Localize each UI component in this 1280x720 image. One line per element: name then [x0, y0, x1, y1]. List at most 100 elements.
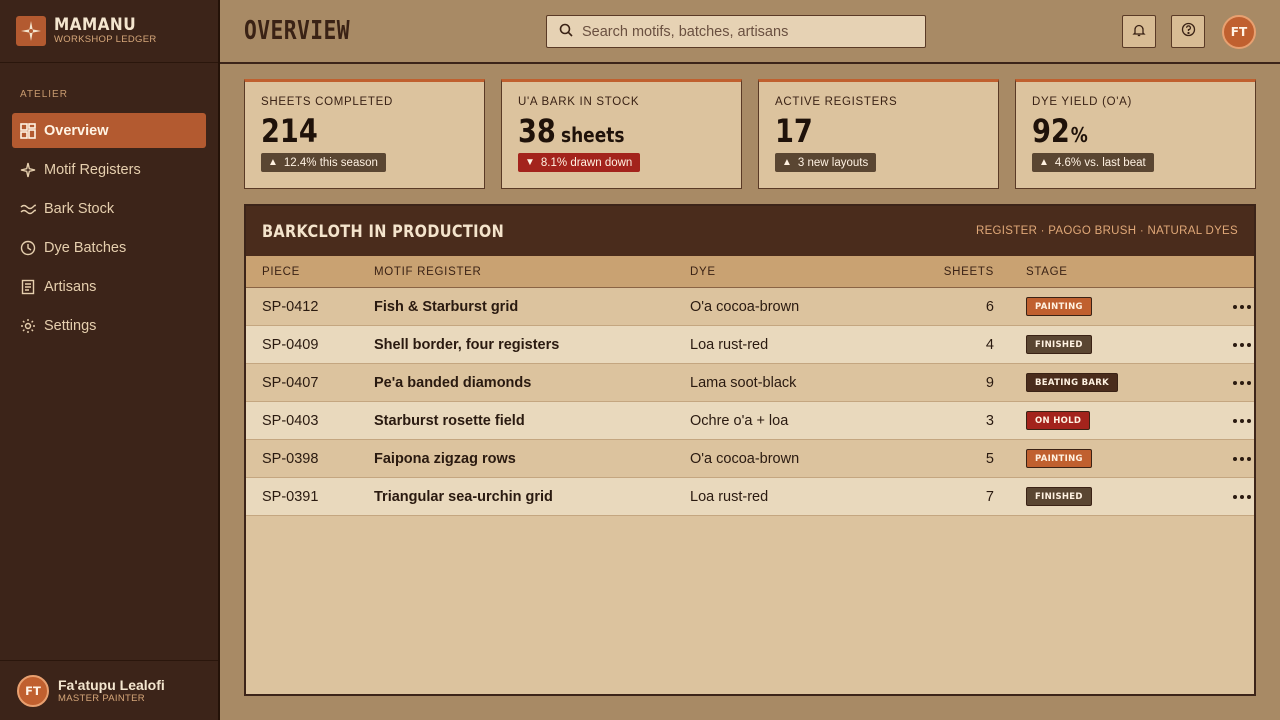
gear-icon	[20, 318, 36, 334]
more-options-button[interactable]	[1230, 487, 1254, 507]
status-badge: ON HOLD	[1026, 411, 1091, 431]
brand[interactable]: MAMANU WORKSHOP LEDGER	[0, 0, 218, 63]
sidebar-item-dye-batches[interactable]: Dye Batches	[12, 230, 206, 265]
search-icon	[559, 22, 573, 41]
trend-text: 3 new layouts	[797, 156, 869, 169]
sidebar-item-label: Settings	[44, 317, 97, 334]
stat-label: ACTIVE REGISTERS	[775, 96, 898, 108]
sidebar-item-overview[interactable]: Overview	[12, 113, 206, 148]
sheets-count: 7	[985, 488, 994, 505]
more-options-button[interactable]	[1230, 297, 1254, 317]
notifications-button[interactable]	[1122, 15, 1156, 48]
user-profile[interactable]: FT Fa'atupu Lealofi MASTER PAINTER	[0, 660, 218, 720]
motif-register: Pe'a banded diamonds	[374, 374, 532, 391]
column-header-sheets[interactable]: SHEETS	[890, 266, 994, 278]
more-options-button[interactable]	[1230, 411, 1254, 431]
sidebar-item-motif-registers[interactable]: Motif Registers	[12, 152, 206, 187]
brand-subtitle: WORKSHOP LEDGER	[54, 34, 157, 45]
dot	[1233, 380, 1237, 385]
trend-text: 8.1% drawn down	[540, 156, 633, 169]
stat-unit: sheets	[560, 123, 625, 147]
stat-card-sheets-completed: SHEETS COMPLETED 214 ▲ 12.4% this season	[244, 79, 485, 189]
sheets-count: 4	[985, 336, 994, 353]
dot	[1247, 380, 1251, 385]
sidebar-item-artisans[interactable]: Artisans	[12, 269, 206, 304]
dye: O'a cocoa-brown	[690, 450, 800, 467]
status-badge: PAINTING	[1026, 297, 1092, 317]
header-avatar[interactable]: FT	[1222, 15, 1256, 49]
table-row[interactable]: SP-0412 Fish & Starburst grid O'a cocoa-br…	[246, 288, 1254, 326]
stat-card-bark-stock: U'A BARK IN STOCK 38 sheets ▼ 8.1% drawn…	[501, 79, 742, 189]
sidebar-nav: Overview Motif Registers Bark Stock Dye …	[12, 113, 206, 347]
stat-value: 17	[775, 112, 813, 150]
stat-card-active-registers: ACTIVE REGISTERS 17 ▲ 3 new layouts	[758, 79, 999, 189]
panel-header: BARKCLOTH IN PRODUCTION REGISTER · PAOGO…	[246, 206, 1254, 256]
table-row[interactable]: SP-0403 Starburst rosette field Ochre o'a …	[246, 402, 1254, 440]
more-options-button[interactable]	[1230, 449, 1254, 469]
status-badge: FINISHED	[1026, 335, 1092, 355]
piece-id: SP-0391	[262, 488, 319, 505]
trend-badge: ▲ 3 new layouts	[775, 153, 877, 172]
dot	[1247, 342, 1251, 347]
dye: Ochre o'a + loa	[690, 412, 789, 429]
column-header-stage[interactable]: STAGE	[994, 266, 1164, 278]
dot	[1240, 304, 1244, 309]
table-row[interactable]: SP-0391 Triangular sea-urchin grid Loa rus…	[246, 478, 1254, 516]
stat-value: 214	[261, 112, 318, 150]
dot	[1233, 304, 1237, 309]
sidebar-item-label: Overview	[44, 122, 109, 139]
more-options-button[interactable]	[1230, 335, 1254, 355]
dot	[1247, 494, 1251, 499]
panel-meta: REGISTER · PAOGO BRUSH · NATURAL DYES	[975, 225, 1238, 237]
column-header-motif[interactable]: MOTIF REGISTER	[374, 266, 690, 278]
search-box[interactable]	[546, 15, 926, 48]
sheets-count: 9	[985, 374, 994, 391]
sidebar-item-label: Artisans	[44, 278, 97, 295]
search-input[interactable]	[582, 23, 912, 40]
column-header-piece[interactable]: PIECE	[246, 266, 374, 278]
sidebar-item-label: Bark Stock	[44, 200, 115, 217]
stat-value-wrap: 214	[261, 112, 437, 150]
status-badge: PAINTING	[1026, 449, 1092, 469]
dye: Loa rust-red	[690, 488, 769, 505]
stat-label: SHEETS COMPLETED	[261, 96, 393, 108]
dot	[1240, 418, 1244, 423]
stat-label: U'A BARK IN STOCK	[518, 96, 640, 108]
sidebar-item-settings[interactable]: Settings	[12, 308, 206, 343]
help-button[interactable]	[1171, 15, 1205, 48]
document-icon	[20, 279, 36, 295]
brand-name: MAMANU	[54, 15, 137, 35]
sidebar-item-bark-stock[interactable]: Bark Stock	[12, 191, 206, 226]
motif-register: Shell border, four registers	[374, 336, 560, 353]
stat-label: DYE YIELD (O'A)	[1032, 96, 1133, 108]
dot	[1247, 304, 1251, 309]
sidebar-item-label: Motif Registers	[44, 161, 141, 178]
status-badge: FINISHED	[1026, 487, 1092, 507]
arrow-down-icon: ▼	[525, 157, 535, 168]
table-row[interactable]: SP-0407 Pe'a banded diamonds Lama soot-bla…	[246, 364, 1254, 402]
stat-value: 92	[1032, 112, 1070, 150]
more-options-button[interactable]	[1230, 373, 1254, 393]
table-body: SP-0412 Fish & Starburst grid O'a cocoa-br…	[246, 288, 1254, 516]
table-row[interactable]: SP-0409 Shell border, four registers Loa r…	[246, 326, 1254, 364]
dot	[1240, 456, 1244, 461]
arrow-up-icon: ▲	[1039, 157, 1049, 168]
table-row[interactable]: SP-0398 Faipona zigzag rows O'a cocoa-brow…	[246, 440, 1254, 478]
dot	[1233, 456, 1237, 461]
dot	[1240, 380, 1244, 385]
sidebar: MAMANU WORKSHOP LEDGER ATELIER Overview …	[0, 0, 220, 720]
motif-register: Fish & Starburst grid	[374, 298, 519, 315]
column-header-dye[interactable]: DYE	[690, 266, 890, 278]
avatar: FT	[17, 674, 49, 707]
dot	[1247, 456, 1251, 461]
dot	[1240, 494, 1244, 499]
sheets-count: 6	[985, 298, 994, 315]
piece-id: SP-0403	[262, 412, 319, 429]
dye: O'a cocoa-brown	[690, 298, 800, 315]
trend-text: 4.6% vs. last beat	[1054, 156, 1146, 169]
nav-section-label: ATELIER	[20, 89, 68, 100]
help-icon	[1181, 22, 1196, 41]
piece-id: SP-0412	[262, 298, 319, 315]
trend-badge: ▲ 12.4% this season	[261, 153, 386, 172]
trend-text: 12.4% this season	[283, 156, 378, 169]
